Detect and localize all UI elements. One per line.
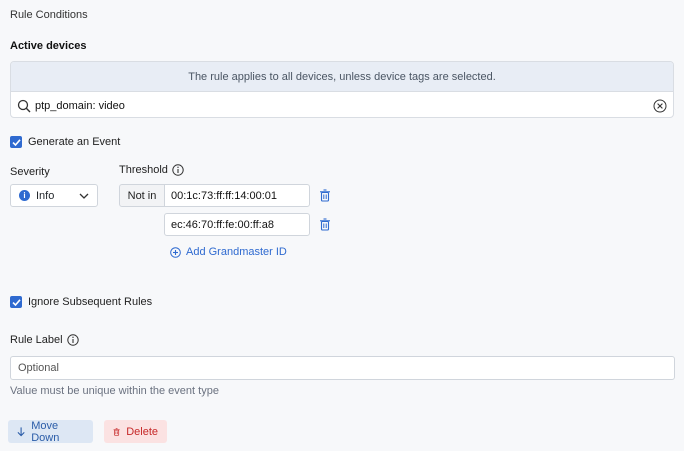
generate-event-label: Generate an Event [28,136,121,148]
plus-circle-icon [170,246,181,258]
arrow-down-icon [17,427,25,437]
move-down-button[interactable]: Move Down [8,419,93,444]
trash-icon[interactable] [319,189,331,202]
info-severity-icon: i [19,190,30,201]
clear-icon[interactable] [653,99,667,113]
search-icon [17,99,31,112]
device-tag-search[interactable]: ptp_domain: video [11,92,673,117]
rule-label-header: Rule Label [10,334,79,346]
severity-value: Info [36,189,55,202]
device-tag-query[interactable]: ptp_domain: video [35,100,653,112]
generate-event-toggle[interactable]: Generate an Event [10,136,120,148]
threshold-operator[interactable]: Not in [119,184,165,207]
section-title: Rule Conditions [10,9,88,21]
threshold-header: Threshold [119,164,184,176]
add-grandmaster-button[interactable]: Add Grandmaster ID [170,246,287,258]
delete-label: Delete [126,425,158,438]
trash-icon [113,427,120,436]
trash-icon[interactable] [319,218,331,231]
ignore-subsequent-toggle[interactable]: Ignore Subsequent Rules [10,296,152,308]
rule-label-hint: Value must be unique within the event ty… [10,385,219,397]
ignore-subsequent-checkbox[interactable] [10,296,22,308]
generate-event-checkbox[interactable] [10,136,22,148]
check-icon [11,298,21,306]
active-devices-title: Active devices [10,40,87,52]
rule-label-title: Rule Label [10,334,63,346]
info-icon[interactable] [66,334,79,346]
grandmaster-id-input-1[interactable]: 00:1c:73:ff:ff:14:00:01 [164,184,310,207]
rule-label-input[interactable]: Optional [10,356,675,380]
add-grandmaster-label: Add Grandmaster ID [186,246,287,258]
severity-label: Severity [10,166,50,178]
delete-button[interactable]: Delete [104,420,167,443]
ignore-subsequent-label: Ignore Subsequent Rules [28,296,153,308]
threshold-label: Threshold [119,164,168,176]
move-down-label: Move Down [31,419,60,444]
devices-info-banner: The rule applies to all devices, unless … [11,62,673,92]
info-icon[interactable] [172,164,184,176]
check-icon [11,138,21,146]
chevron-down-icon [79,193,89,199]
grandmaster-id-input-2[interactable]: ec:46:70:ff:fe:00:ff:a8 [164,213,310,236]
severity-select[interactable]: i Info [10,184,98,207]
active-devices-box: The rule applies to all devices, unless … [10,61,674,118]
